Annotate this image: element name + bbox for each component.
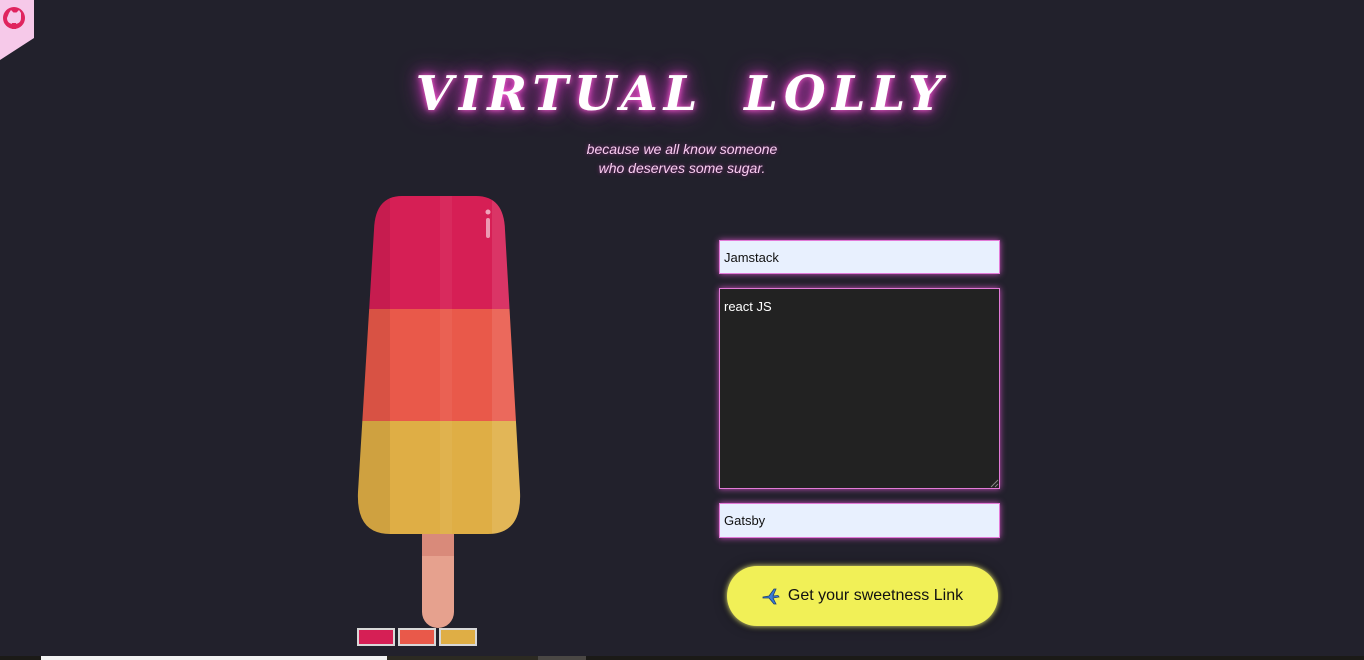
get-link-button[interactable]: Get your sweetness Link <box>727 566 998 626</box>
message-textarea[interactable]: react JS <box>719 288 1000 489</box>
github-corner-link[interactable] <box>0 0 34 60</box>
page-title: VIRTUAL LOLLY <box>415 66 949 122</box>
resize-grip-icon[interactable] <box>990 479 999 488</box>
subtitle-line-2: who deserves some sugar. <box>598 160 766 176</box>
swatch-top-color[interactable] <box>357 628 395 646</box>
get-link-label: Get your sweetness Link <box>787 587 964 604</box>
swatch-middle-color[interactable] <box>398 628 436 646</box>
color-swatches <box>357 628 477 646</box>
github-icon <box>0 0 34 60</box>
sender-input[interactable] <box>719 503 1000 538</box>
airplane-icon <box>762 588 780 605</box>
bottom-bar <box>0 656 1364 660</box>
subtitle-line-1: because we all know someone <box>586 141 778 157</box>
page-subtitle: because we all know someone who deserves… <box>0 140 1364 178</box>
lolly-illustration <box>357 196 521 628</box>
swatch-bottom-color[interactable] <box>439 628 477 646</box>
recipient-input[interactable] <box>719 240 1000 274</box>
